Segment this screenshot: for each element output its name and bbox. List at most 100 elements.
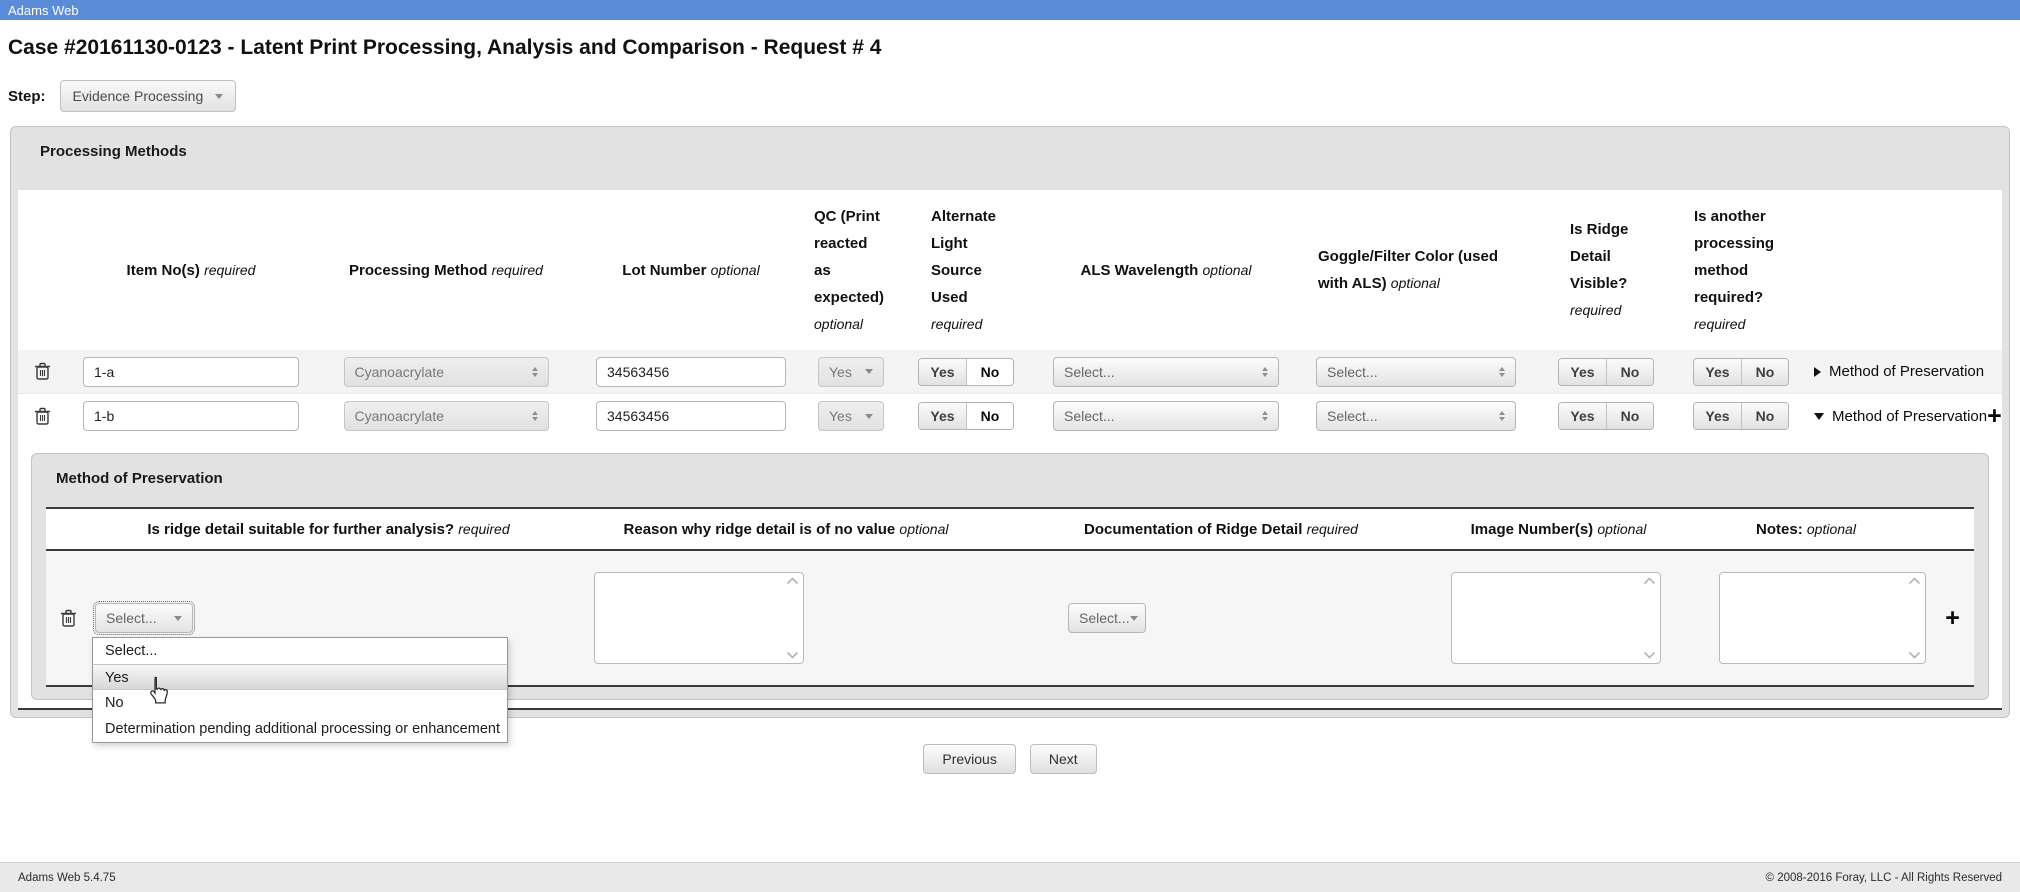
another-method-yes-option[interactable]: Yes [1694, 359, 1741, 385]
notes-textarea[interactable] [1722, 575, 1905, 661]
ridge-visible-yes-option[interactable]: Yes [1559, 359, 1606, 385]
scroll-up-icon [786, 577, 799, 585]
column-header-another-method: Is another processing method required? r… [1676, 203, 1806, 338]
another-method-yes-option[interactable]: Yes [1694, 403, 1741, 429]
notes-textarea-container [1719, 572, 1926, 664]
column-header-image-numbers: Image Number(s) optional [1436, 516, 1681, 543]
method-of-preservation-expander[interactable]: Method of Preservation [1814, 408, 1987, 425]
chevron-down-icon [174, 616, 182, 621]
reason-textarea[interactable] [597, 575, 783, 661]
ridge-detail-visible-toggle: Yes No [1558, 358, 1654, 386]
method-of-preservation-panel: Method of Preservation Is ridge detail s… [31, 453, 1989, 700]
another-method-no-option[interactable]: No [1741, 403, 1788, 429]
updown-arrows-icon [532, 367, 538, 377]
delete-preservation-row-button[interactable] [60, 609, 77, 628]
goggle-filter-color-select[interactable]: Select... [1316, 357, 1516, 387]
column-header-item-no: Item No(s) required [66, 257, 316, 284]
another-method-no-option[interactable]: No [1741, 359, 1788, 385]
textarea-scroll-rail [1907, 577, 1922, 659]
suitable-select[interactable]: Select... [95, 603, 193, 633]
als-used-yes-option[interactable]: Yes [919, 359, 966, 385]
trash-icon [60, 609, 77, 628]
processing-methods-panel: Processing Methods Item No(s) required P… [10, 126, 2010, 718]
menu-option-select[interactable]: Select... [93, 638, 507, 664]
another-method-toggle: Yes No [1693, 402, 1789, 430]
ridge-detail-visible-toggle: Yes No [1558, 402, 1654, 430]
next-button[interactable]: Next [1030, 744, 1097, 774]
table-row: Cyanoacrylate Yes Yes No Select... [18, 394, 2002, 438]
trash-icon [34, 407, 51, 426]
item-no-input[interactable] [83, 401, 299, 431]
previous-button[interactable]: Previous [923, 744, 1015, 774]
als-wavelength-select[interactable]: Select... [1053, 401, 1279, 431]
column-header-goggle-filter: Goggle/Filter Color (used with ALS) opti… [1296, 243, 1536, 297]
updown-arrows-icon [532, 411, 538, 421]
column-header-reason: Reason why ridge detail is of no value o… [566, 516, 1006, 543]
column-header-processing-method: Processing Method required [316, 257, 576, 284]
documentation-select[interactable]: Select... [1068, 603, 1146, 633]
column-header-als-wavelength: ALS Wavelength optional [1036, 257, 1296, 284]
column-header-lot-number: Lot Number optional [576, 257, 806, 284]
updown-arrows-icon [1262, 367, 1268, 377]
method-of-preservation-table: Is ridge detail suitable for further ana… [46, 507, 1974, 687]
scroll-down-icon [786, 651, 799, 659]
column-header-als-used: Alternate Light Source Used required [896, 203, 1036, 338]
chevron-down-icon [865, 414, 873, 419]
cursor-pointer-icon [145, 676, 169, 705]
ridge-visible-no-option[interactable]: No [1606, 359, 1653, 385]
chevron-down-icon [1130, 616, 1138, 621]
ridge-visible-no-option[interactable]: No [1606, 403, 1653, 429]
image-numbers-textarea-container [1451, 572, 1661, 664]
qc-select[interactable]: Yes [818, 401, 884, 431]
add-preservation-row-button[interactable]: + [1945, 606, 1960, 631]
delete-row-button[interactable] [34, 407, 51, 426]
footer-version: Adams Web 5.4.75 [18, 872, 116, 884]
qc-select[interactable]: Yes [818, 357, 884, 387]
trash-icon [34, 362, 51, 381]
chevron-right-icon [1814, 367, 1821, 377]
ridge-visible-yes-option[interactable]: Yes [1559, 403, 1606, 429]
step-label: Step: [8, 88, 46, 105]
column-header-documentation: Documentation of Ridge Detail required [1006, 516, 1436, 543]
item-no-input[interactable] [83, 357, 299, 387]
method-of-preservation-title: Method of Preservation [46, 468, 1974, 487]
processing-method-select[interactable]: Cyanoacrylate [344, 401, 549, 431]
als-used-no-option[interactable]: No [966, 359, 1013, 385]
processing-methods-table: Item No(s) required Processing Method re… [18, 190, 2002, 710]
table-header-row: Item No(s) required Processing Method re… [18, 190, 2002, 350]
menu-option-determination-pending[interactable]: Determination pending additional process… [93, 716, 507, 742]
image-numbers-textarea[interactable] [1454, 575, 1640, 661]
goggle-filter-color-select[interactable]: Select... [1316, 401, 1516, 431]
titlebar: Adams Web [0, 0, 2020, 20]
als-used-yes-option[interactable]: Yes [919, 403, 966, 429]
page-title: Case #20161130-0123 - Latent Print Proce… [8, 36, 2020, 60]
column-header-ridge-detail: Is Ridge Detail Visible? required [1536, 216, 1676, 324]
footer: Adams Web 5.4.75 © 2008-2016 Foray, LLC … [0, 862, 2020, 892]
method-of-preservation-expander[interactable]: Method of Preservation [1814, 363, 1984, 380]
als-used-no-option[interactable]: No [966, 403, 1013, 429]
delete-row-button[interactable] [34, 362, 51, 381]
scroll-down-icon [1908, 651, 1921, 659]
als-used-toggle: Yes No [918, 358, 1014, 386]
als-wavelength-select[interactable]: Select... [1053, 357, 1279, 387]
footer-copyright: © 2008-2016 Foray, LLC - All Rights Rese… [1766, 872, 2002, 884]
lot-number-input[interactable] [596, 401, 786, 431]
app-name: Adams Web [8, 3, 79, 18]
add-row-button[interactable]: + [1987, 404, 2002, 429]
processing-method-select[interactable]: Cyanoacrylate [344, 357, 549, 387]
column-header-suitable: Is ridge detail suitable for further ana… [91, 516, 566, 543]
chevron-down-icon [1814, 413, 1824, 420]
navigation-row: Previous Next [0, 744, 2020, 774]
scroll-down-icon [1643, 651, 1656, 659]
step-select[interactable]: Evidence Processing [60, 80, 236, 112]
lot-number-input[interactable] [596, 357, 786, 387]
column-header-notes: Notes: optional [1681, 516, 1931, 543]
step-row: Step: Evidence Processing [8, 80, 2020, 112]
textarea-scroll-rail [785, 577, 800, 659]
reason-textarea-container [594, 572, 804, 664]
another-method-toggle: Yes No [1693, 358, 1789, 386]
textarea-scroll-rail [1642, 577, 1657, 659]
preservation-header-row: Is ridge detail suitable for further ana… [46, 509, 1974, 551]
column-header-qc: QC (Print reacted as expected) optional [806, 203, 896, 338]
updown-arrows-icon [1499, 411, 1505, 421]
